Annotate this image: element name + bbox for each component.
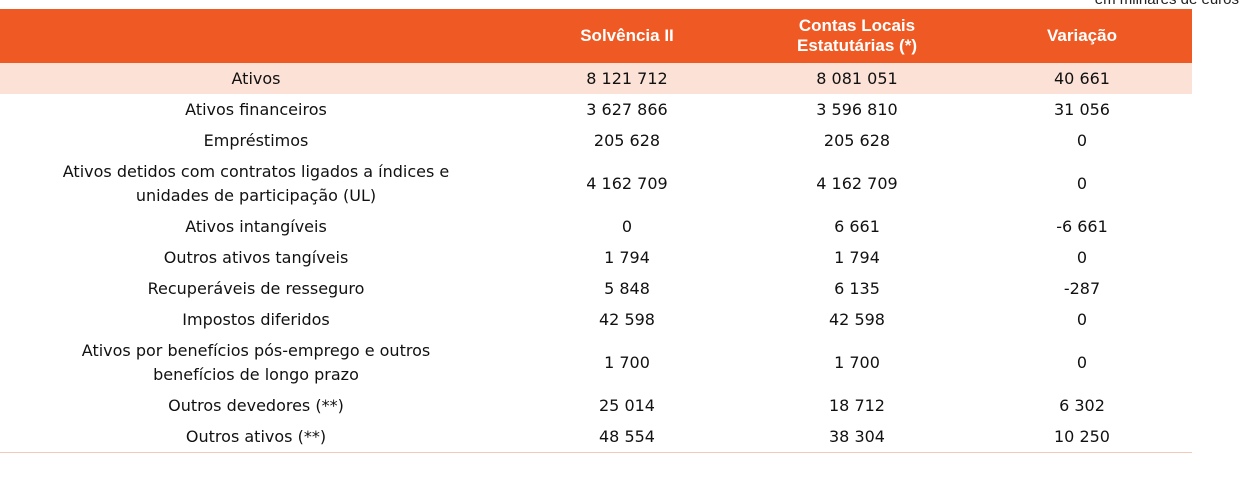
row-label: Recuperáveis de resseguro [147,279,365,298]
cell-solvencia: 5 848 [604,279,650,298]
row-label: Ativos por benefícios pós-emprego e outr… [0,339,512,387]
cell-solvencia: 3 627 866 [586,100,668,119]
cell-contas: 205 628 [823,131,891,150]
header-contas-locais: Contas Locais Estatutárias (*) [742,9,972,63]
table-row: Ativos detidos com contratos ligados a í… [0,156,1192,211]
cell-solvencia: 1 700 [604,352,650,372]
cell-variacao: 10 250 [1054,427,1110,446]
header-contas-line2: Estatutárias (*) [797,36,917,55]
row-label-line2: benefícios de longo prazo [153,364,359,384]
cell-solvencia: 48 554 [599,427,655,446]
cell-solvencia: 1 794 [604,248,650,267]
cell-variacao: 0 [1076,248,1088,267]
header-label-cell [0,9,512,63]
cell-contas: 18 712 [829,396,885,415]
cell-contas: 6 135 [834,279,880,298]
row-label-line1: Ativos detidos com contratos ligados a í… [62,161,450,181]
header-contas-line1: Contas Locais [798,16,916,35]
header-solvencia: Solvência II [580,26,674,45]
row-label-line2: unidades de participação (UL) [135,185,377,205]
row-label: Empréstimos [203,131,309,150]
assets-valuation-table: Solvência II Contas Locais Estatutárias … [0,9,1192,453]
row-label-line1: Ativos por benefícios pós-emprego e outr… [81,340,431,360]
row-label: Ativos intangíveis [185,217,327,236]
row-label: Outros ativos tangíveis [163,248,349,267]
cell-variacao: 0 [1076,173,1088,193]
table-bottom-border [0,452,1192,453]
table-row: Ativos por benefícios pós-emprego e outr… [0,335,1192,390]
table-row: Impostos diferidos 42 598 42 598 0 [0,304,1192,335]
row-label: Ativos detidos com contratos ligados a í… [0,160,512,208]
cell-contas: 38 304 [829,427,885,446]
cell-contas: 42 598 [829,310,885,329]
row-label: Outros ativos (**) [185,427,327,446]
cell-contas: 1 700 [834,352,880,372]
cell-variacao: 0 [1076,310,1088,329]
row-label: Outros devedores (**) [168,396,344,415]
row-label: Impostos diferidos [182,310,330,329]
row-label: Ativos [231,69,281,88]
row-label: Ativos financeiros [185,100,327,119]
cell-variacao: 31 056 [1054,100,1110,119]
cell-contas: 4 162 709 [816,173,898,193]
cell-solvencia: 42 598 [599,310,655,329]
cell-solvencia: 4 162 709 [586,173,668,193]
table-row: Outros ativos (**) 48 554 38 304 10 250 [0,421,1192,452]
cell-contas: 8 081 051 [816,69,898,88]
cell-solvencia: 8 121 712 [586,69,668,88]
table-header: Solvência II Contas Locais Estatutárias … [0,9,1192,63]
cell-contas: 6 661 [834,217,880,236]
table-row: Outros devedores (**) 25 014 18 712 6 30… [0,390,1192,421]
cell-variacao: 0 [1076,131,1088,150]
cell-variacao: 40 661 [1054,69,1110,88]
table-row: Ativos intangíveis 0 6 661 -6 661 [0,211,1192,242]
unit-note: em milhares de euros [1095,0,1239,8]
cell-variacao: -6 661 [1056,217,1108,236]
table-row: Outros ativos tangíveis 1 794 1 794 0 [0,242,1192,273]
cell-variacao: 0 [1076,352,1088,372]
cell-variacao: 6 302 [1059,396,1105,415]
cell-solvencia: 0 [621,217,633,236]
cell-solvencia: 205 628 [593,131,661,150]
cell-contas: 1 794 [834,248,880,267]
table-row: Ativos financeiros 3 627 866 3 596 810 3… [0,94,1192,125]
header-variacao: Variação [1047,26,1117,45]
cell-solvencia: 25 014 [599,396,655,415]
cell-contas: 3 596 810 [816,100,898,119]
table-row: Ativos 8 121 712 8 081 051 40 661 [0,63,1192,94]
cell-variacao: -287 [1063,279,1101,298]
table-row: Recuperáveis de resseguro 5 848 6 135 -2… [0,273,1192,304]
table-row: Empréstimos 205 628 205 628 0 [0,125,1192,156]
